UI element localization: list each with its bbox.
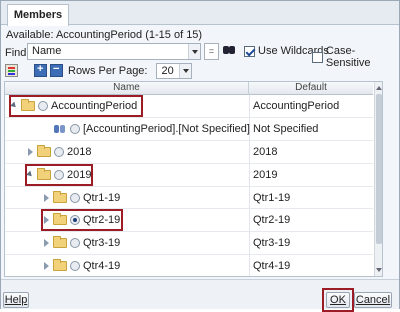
- vertical-scrollbar[interactable]: [374, 82, 382, 276]
- folder-icon: [53, 190, 67, 203]
- column-divider: [249, 95, 250, 117]
- expand-twisty-icon: [43, 125, 50, 133]
- column-divider: [249, 255, 250, 276]
- case-sensitive-checkbox[interactable]: [312, 51, 323, 63]
- highlight-box: [41, 209, 123, 232]
- expand-twisty-icon[interactable]: [43, 193, 50, 202]
- member-name: 2018: [67, 145, 92, 158]
- help-button[interactable]: Help: [3, 292, 29, 308]
- case-sensitive-label: Case-Sensitive: [325, 45, 371, 69]
- table-row[interactable]: Qtr1-19 Qtr1-19: [5, 186, 373, 210]
- find-field-select[interactable]: Name: [27, 43, 201, 60]
- find-label: Find:: [5, 47, 30, 59]
- grid-toolbar: Rows Per Page: 20: [5, 62, 193, 79]
- chevron-down-icon[interactable]: [179, 63, 192, 78]
- default-cell: AccountingPeriod: [253, 100, 340, 112]
- column-divider: [249, 209, 250, 232]
- members-dialog: Members Available: AccountingPeriod (1-1…: [0, 0, 400, 312]
- default-cell: Qtr1-19: [253, 191, 291, 204]
- folder-icon: [53, 236, 67, 249]
- grid-header: Name Default: [5, 82, 373, 95]
- rows-per-page-select[interactable]: 20: [156, 62, 193, 79]
- column-divider: [249, 232, 250, 255]
- member-name: Qtr3-19: [83, 237, 121, 250]
- name-cell[interactable]: [AccountingPeriod].[Not Specified]: [43, 118, 250, 140]
- expand-twisty-icon[interactable]: [27, 147, 34, 156]
- folder-icon: [53, 259, 67, 272]
- default-cell: 2018: [253, 145, 278, 158]
- default-cell: Qtr3-19: [253, 237, 291, 250]
- ok-button[interactable]: OK: [326, 292, 350, 308]
- default-cell: Qtr4-19: [253, 260, 291, 273]
- expand-twisty-icon[interactable]: [43, 262, 50, 271]
- binoculars-search-icon[interactable]: [222, 43, 236, 57]
- table-row[interactable]: 2019 2019: [5, 163, 373, 187]
- scrollbar-thumb[interactable]: [376, 94, 382, 244]
- name-cell[interactable]: Qtr1-19: [43, 187, 120, 209]
- cancel-button[interactable]: Cancel: [354, 292, 392, 308]
- table-row[interactable]: Qtr2-19 Qtr2-19: [5, 209, 373, 233]
- member-icon: [53, 123, 67, 135]
- table-row[interactable]: Qtr4-19 Qtr4-19: [5, 255, 373, 276]
- member-name: Qtr1-19: [83, 191, 121, 204]
- column-divider: [249, 163, 250, 186]
- default-cell: Qtr2-19: [253, 214, 291, 227]
- find-field-value: Name: [32, 45, 62, 57]
- members-grid: Name Default AccountingPeriod AccountingP…: [4, 81, 383, 277]
- member-radio[interactable]: [70, 123, 80, 134]
- tab-strip: Members: [1, 1, 399, 26]
- use-wildcards-checkbox[interactable]: [244, 45, 255, 57]
- grid-rows: AccountingPeriod AccountingPeriod [Account…: [5, 95, 373, 276]
- collapse-all-icon[interactable]: [50, 63, 63, 77]
- name-cell[interactable]: Qtr4-19: [43, 255, 121, 276]
- highlight-box: [25, 163, 93, 186]
- default-cell: Not Specified: [253, 122, 319, 135]
- name-cell[interactable]: 2018: [27, 141, 91, 163]
- chevron-down-icon[interactable]: [188, 44, 200, 59]
- scroll-up-icon[interactable]: [375, 83, 382, 93]
- default-cell: 2019: [253, 168, 278, 181]
- folder-icon: [37, 144, 51, 157]
- table-row[interactable]: AccountingPeriod AccountingPeriod: [5, 95, 373, 118]
- column-divider: [249, 186, 250, 209]
- column-header-name[interactable]: Name: [5, 82, 249, 95]
- expand-all-icon[interactable]: [34, 63, 47, 77]
- tab-members[interactable]: Members: [7, 4, 69, 26]
- highlight-box: [9, 95, 143, 117]
- member-properties-icon[interactable]: [5, 64, 18, 77]
- rows-per-page-value: 20: [161, 64, 174, 77]
- table-row[interactable]: Qtr3-19 Qtr3-19: [5, 232, 373, 256]
- column-header-default[interactable]: Default: [249, 82, 373, 94]
- rows-per-page-label: Rows Per Page:: [68, 64, 148, 77]
- scroll-down-icon[interactable]: [375, 265, 382, 275]
- column-divider: [249, 140, 250, 163]
- expand-twisty-icon[interactable]: [43, 239, 50, 248]
- find-input[interactable]: =: [204, 43, 219, 60]
- member-radio[interactable]: [70, 261, 80, 272]
- member-name: Qtr4-19: [83, 260, 121, 273]
- member-radio[interactable]: [70, 238, 80, 249]
- member-radio[interactable]: [70, 192, 80, 203]
- available-count: Available: AccountingPeriod (1-15 of 15): [6, 29, 203, 41]
- member-name: [AccountingPeriod].[Not Specified]: [83, 122, 250, 135]
- table-row[interactable]: 2018 2018: [5, 140, 373, 164]
- name-cell[interactable]: Qtr3-19: [43, 232, 120, 254]
- dialog-footer: Help OK Cancel: [1, 279, 399, 312]
- table-row[interactable]: [AccountingPeriod].[Not Specified] Not Sp…: [5, 117, 373, 141]
- member-radio[interactable]: [54, 146, 64, 157]
- case-sensitive-option[interactable]: Case-Sensitive: [312, 45, 399, 69]
